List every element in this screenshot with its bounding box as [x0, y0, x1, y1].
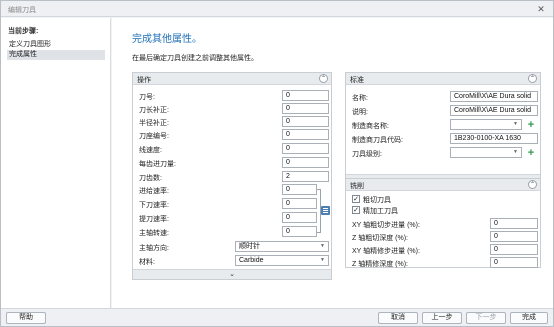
description-input[interactable]: CoroMill\X\AE Dura solid: [450, 105, 538, 116]
tool-number-input[interactable]: 0: [282, 90, 329, 101]
retract-rate-label: 提刀速率:: [139, 216, 169, 223]
help-button[interactable]: 帮助: [6, 312, 46, 324]
collapse-icon[interactable]: ⌃: [528, 74, 537, 83]
step-finish-properties[interactable]: 完成属性: [7, 50, 105, 60]
plunge-rate-label: 下刀速率:: [139, 202, 169, 209]
spindle-direction-select[interactable]: 顺时针 ▼: [235, 241, 329, 252]
chevron-down-icon: ▼: [320, 243, 325, 249]
radius-offset-input[interactable]: 0: [282, 116, 329, 127]
spindle-direction-label: 主轴方向:: [139, 245, 169, 252]
collapse-icon[interactable]: ⌃: [528, 180, 537, 189]
add-manufacturer-icon[interactable]: +: [526, 120, 536, 131]
flute-count-input[interactable]: 2: [282, 171, 329, 182]
milling-panel: 铣削 ⌃ ✓ 粗切刀具 ✓ 精加工刀具 XY 轴粗切步进量 (%): 0 Z 轴…: [345, 178, 541, 268]
manufacturer-code-label: 制造商刀具代码:: [352, 137, 403, 144]
xy-rough-step-input[interactable]: 0: [490, 218, 538, 229]
roughing-tool-checkbox[interactable]: ✓: [352, 195, 360, 203]
standard-panel: 标准 ⌃ 名称: CoroMill\X\AE Dura solid 说明: Co…: [345, 72, 541, 185]
xy-finish-step-label: XY 轴精修步进量 (%):: [352, 248, 420, 255]
z-finish-depth-label: Z 轴精修深度 (%):: [352, 261, 408, 268]
window-title: 编辑刀具: [8, 7, 36, 14]
chevron-down-icon: ▼: [513, 121, 518, 127]
standard-title: 标准: [350, 77, 364, 84]
previous-button[interactable]: 上一步: [422, 312, 462, 324]
calculator-icon[interactable]: [321, 206, 330, 215]
edit-tool-dialog: 编辑刀具 ✕ 当前步骤: 定义刀具图形 完成属性 完成其他属性。 在最后确定刀具…: [0, 0, 554, 327]
z-rough-depth-input[interactable]: 0: [490, 231, 538, 242]
operations-expand-bar[interactable]: ⌄: [133, 269, 331, 279]
spindle-speed-input[interactable]: 0: [282, 226, 317, 237]
spindle-direction-value: 顺时针: [239, 243, 260, 250]
finish-button[interactable]: 完成: [510, 312, 548, 324]
tool-grade-label: 刀具级别:: [352, 151, 382, 158]
finishing-tool-checkbox[interactable]: ✓: [352, 206, 360, 214]
chevron-down-icon: ▼: [513, 149, 518, 155]
manufacturer-code-input[interactable]: 1B230-0100-XA 1630: [450, 133, 538, 144]
spindle-speed-label: 主轴转速:: [139, 230, 169, 237]
standard-header: 标准 ⌃: [346, 73, 540, 85]
radius-offset-label: 半径补正:: [139, 120, 169, 127]
description-label: 说明:: [352, 109, 368, 116]
chevron-down-icon: ▼: [320, 257, 325, 263]
manufacturer-select[interactable]: ▼: [450, 119, 522, 130]
milling-title: 铣削: [350, 183, 364, 190]
retract-rate-input[interactable]: 0: [282, 212, 317, 223]
feed-per-tooth-input[interactable]: 0: [282, 157, 329, 168]
flute-count-label: 刀齿数:: [139, 175, 162, 182]
main-content: 完成其他属性。 在最后确定刀具创建之前调整其他属性。 操作 ⌃ 刀号: 0 刀长…: [112, 18, 553, 308]
milling-header: 铣削 ⌃: [346, 179, 540, 191]
operations-panel: 操作 ⌃ 刀号: 0 刀长补正: 0 半径补正: 0 刀座编号: 0 线速度: …: [132, 72, 332, 280]
page-title: 完成其他属性。: [132, 34, 202, 45]
finishing-tool-label: 精加工刀具: [363, 208, 398, 215]
step-define-tool-geometry[interactable]: 定义刀具图形: [7, 40, 105, 50]
steps-sidebar: 当前步骤: 定义刀具图形 完成属性: [1, 18, 111, 308]
expand-icon: ⌄: [229, 271, 235, 278]
next-button[interactable]: 下一步: [466, 312, 506, 324]
close-icon[interactable]: ✕: [535, 3, 547, 15]
plunge-rate-input[interactable]: 0: [282, 198, 317, 209]
add-tool-grade-icon[interactable]: +: [526, 148, 536, 159]
tool-grade-select[interactable]: ▼: [450, 147, 522, 158]
name-label: 名称:: [352, 95, 368, 102]
cancel-button[interactable]: 取消: [378, 312, 418, 324]
tool-number-label: 刀号:: [139, 94, 155, 101]
name-input[interactable]: CoroMill\X\AE Dura solid: [450, 91, 538, 102]
surface-speed-input[interactable]: 0: [282, 143, 329, 154]
z-rough-depth-label: Z 轴粗切深度 (%):: [352, 235, 408, 242]
manufacturer-label: 制造商名称:: [352, 123, 389, 130]
holder-number-input[interactable]: 0: [282, 129, 329, 140]
dialog-button-bar: 帮助 取消 上一步 下一步 完成: [1, 308, 553, 326]
material-value: Carbide: [239, 257, 264, 264]
title-bar: 编辑刀具 ✕: [1, 1, 553, 17]
material-select[interactable]: Carbide ▼: [235, 255, 329, 266]
z-finish-depth-input[interactable]: 0: [490, 257, 538, 268]
roughing-tool-label: 粗切刀具: [363, 197, 391, 204]
material-label: 材料:: [139, 259, 155, 266]
steps-heading: 当前步骤:: [8, 28, 39, 35]
length-offset-input[interactable]: 0: [282, 103, 329, 114]
collapse-icon[interactable]: ⌃: [319, 74, 328, 83]
holder-number-label: 刀座编号:: [139, 133, 169, 140]
surface-speed-label: 线速度:: [139, 147, 162, 154]
feed-rate-input[interactable]: 0: [282, 184, 317, 195]
feed-per-tooth-label: 每齿进刀量:: [139, 161, 176, 168]
xy-rough-step-label: XY 轴粗切步进量 (%):: [352, 222, 420, 229]
xy-finish-step-input[interactable]: 0: [490, 244, 538, 255]
operations-title: 操作: [137, 77, 151, 84]
page-subtitle: 在最后确定刀具创建之前调整其他属性。: [132, 55, 258, 62]
feed-rate-label: 进给速率:: [139, 188, 169, 195]
length-offset-label: 刀长补正:: [139, 107, 169, 114]
operations-header: 操作 ⌃: [133, 73, 331, 85]
